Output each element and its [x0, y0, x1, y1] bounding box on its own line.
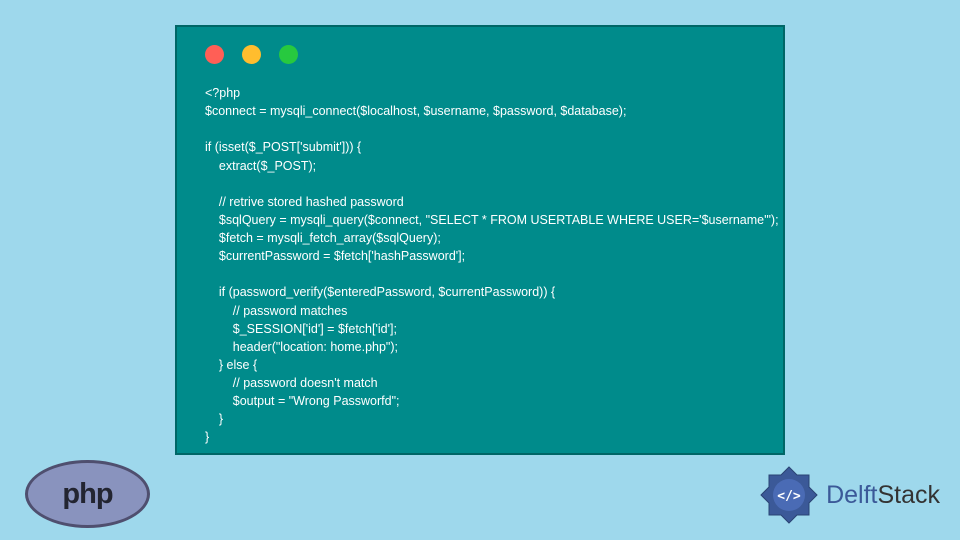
code-line: } [205, 412, 223, 426]
delftstack-icon: </> [758, 464, 820, 526]
php-logo: php [25, 460, 150, 528]
code-line: extract($_POST); [205, 159, 316, 173]
code-line: <?php [205, 86, 240, 100]
svg-text:</>: </> [777, 489, 801, 504]
code-line: $connect = mysqli_connect($localhost, $u… [205, 104, 626, 118]
close-dot[interactable] [205, 45, 224, 64]
code-line: // password doesn't match [205, 376, 378, 390]
code-line: // password matches [205, 304, 347, 318]
code-line: $sqlQuery = mysqli_query($connect, "SELE… [205, 213, 779, 227]
code-line: header("location: home.php"); [205, 340, 398, 354]
stack-label: Stack [877, 481, 940, 509]
maximize-dot[interactable] [279, 45, 298, 64]
delftstack-logo: </> DelftStack [758, 464, 940, 526]
delftstack-text: DelftStack [826, 481, 940, 510]
php-logo-ellipse: php [25, 460, 150, 528]
code-line: $output = "Wrong Passworfd"; [205, 394, 400, 408]
code-line: if (password_verify($enteredPassword, $c… [205, 285, 555, 299]
code-line: // retrive stored hashed password [205, 195, 404, 209]
window-controls [177, 27, 783, 64]
code-content: <?php $connect = mysqli_connect($localho… [177, 64, 783, 467]
delft-label: Delft [826, 481, 877, 509]
code-line: $currentPassword = $fetch['hashPassword'… [205, 249, 465, 263]
code-window: <?php $connect = mysqli_connect($localho… [175, 25, 785, 455]
code-line: } [205, 430, 209, 444]
code-line: if (isset($_POST['submit'])) { [205, 140, 361, 154]
code-line: $fetch = mysqli_fetch_array($sqlQuery); [205, 231, 441, 245]
code-line: } else { [205, 358, 257, 372]
php-logo-text: php [62, 478, 112, 511]
code-line: $_SESSION['id'] = $fetch['id']; [205, 322, 397, 336]
minimize-dot[interactable] [242, 45, 261, 64]
